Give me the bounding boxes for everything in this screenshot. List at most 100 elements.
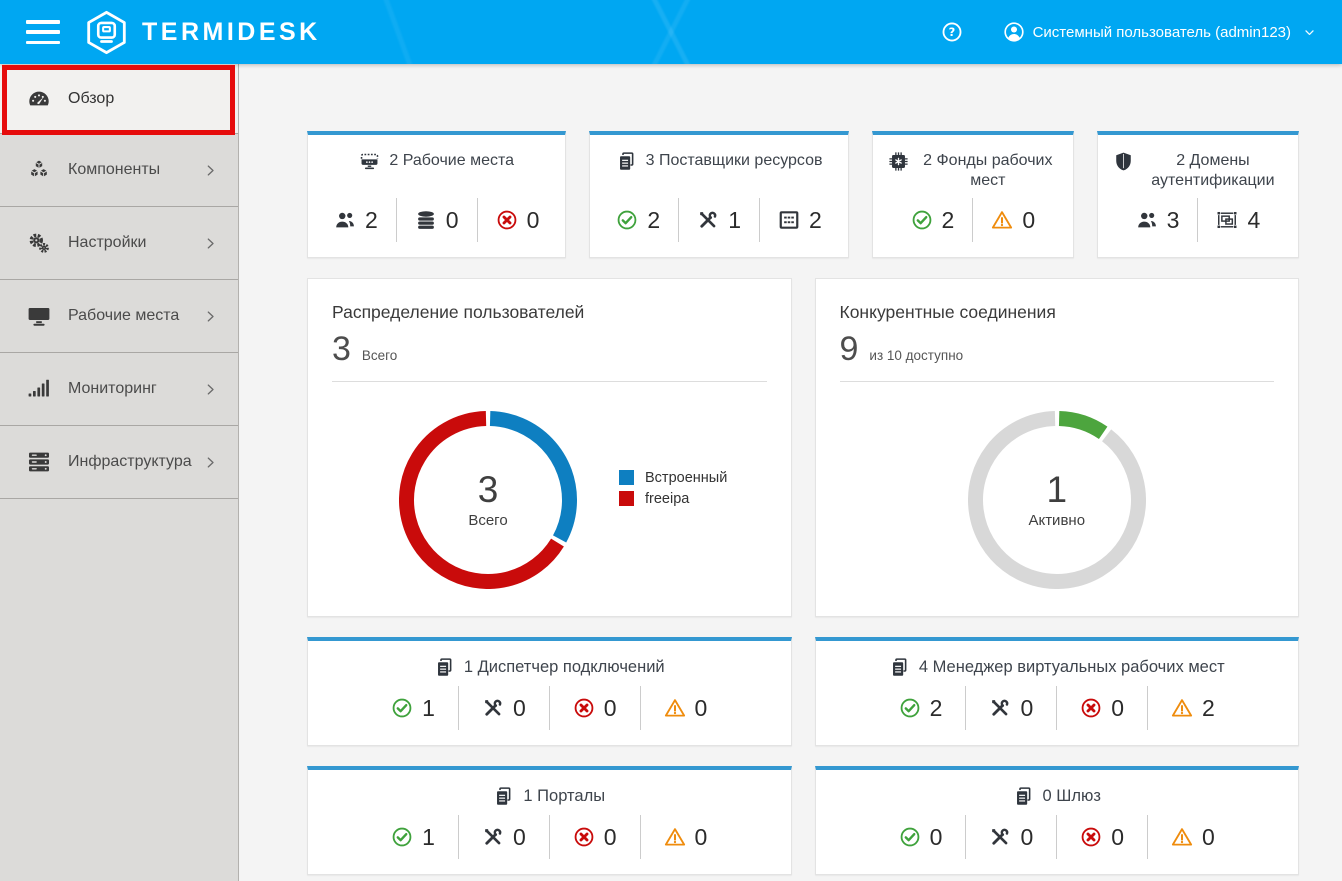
- stat-error: 0: [1057, 695, 1147, 722]
- sidebar-item-monitoring[interactable]: Мониторинг: [0, 353, 238, 426]
- sidebar-item-label: Мониторинг: [68, 380, 203, 398]
- warning-triangle-icon: [1171, 697, 1193, 719]
- stat-error: 0: [550, 824, 640, 851]
- gears-icon: [27, 231, 51, 255]
- signal-bars-icon: [27, 377, 51, 401]
- chart-summary: 3 Всего: [332, 332, 767, 366]
- donut-center-caption: Активно: [1028, 512, 1085, 529]
- donut-center-value: 1: [1046, 471, 1067, 510]
- card-stats: 0 0 0 0: [824, 815, 1291, 859]
- chevron-right-icon: [203, 236, 218, 251]
- tools-icon: [482, 826, 504, 848]
- server-stack-icon: [27, 450, 51, 474]
- stat-ok: 0: [876, 824, 966, 851]
- card-title: 1 Диспетчер подключений: [434, 657, 665, 678]
- card-stats: 1 0 0 0: [316, 686, 783, 730]
- warning-triangle-icon: [991, 209, 1013, 231]
- sidebar: Обзор Компоненты Настройки Рабочие места…: [0, 64, 239, 881]
- legend-label: Встроенный: [645, 470, 727, 486]
- main-content: 2 Рабочие места 2 0 0: [239, 64, 1342, 881]
- card-stats: 2 0: [881, 198, 1065, 242]
- card-stats: 2 0 0: [316, 198, 557, 242]
- sidebar-item-label: Настройки: [68, 234, 203, 252]
- stat-warning: 0: [973, 207, 1053, 234]
- error-circle-icon: [573, 826, 595, 848]
- donut-center-caption: Всего: [468, 512, 507, 529]
- card-title: 2 Рабочие места: [359, 151, 514, 172]
- stat-maintenance: 0: [966, 695, 1056, 722]
- check-circle-icon: [899, 826, 921, 848]
- documents-icon: [434, 657, 455, 678]
- stat-ok: 1: [368, 695, 458, 722]
- stat-ok: 2: [893, 207, 973, 234]
- legend-swatch: [619, 470, 634, 485]
- error-circle-icon: [573, 697, 595, 719]
- warning-triangle-icon: [1171, 826, 1193, 848]
- chart-summary: 9 из 10 доступно: [840, 332, 1275, 366]
- stat-maintenance: 0: [966, 824, 1056, 851]
- check-circle-icon: [911, 209, 933, 231]
- card-title: 2 Домены аутентификации: [1113, 151, 1282, 191]
- sidebar-item-infrastructure[interactable]: Инфраструктура: [0, 426, 238, 499]
- sidebar-item-overview[interactable]: Обзор: [0, 64, 238, 134]
- documents-icon: [889, 657, 910, 678]
- service-cards-row-1: 1 Диспетчер подключений 1 0 0 0: [307, 637, 1299, 746]
- dashboard-icon: [27, 87, 51, 111]
- brand-wordmark: TERMIDESK: [142, 18, 321, 47]
- users-icon: [334, 209, 356, 231]
- card-title: 4 Менеджер виртуальных рабочих мест: [889, 657, 1225, 678]
- help-button[interactable]: [941, 21, 963, 43]
- documents-icon: [493, 786, 514, 807]
- tools-icon: [697, 209, 719, 231]
- stat-users: 2: [316, 207, 396, 234]
- check-circle-icon: [616, 209, 638, 231]
- chevron-right-icon: [203, 163, 218, 178]
- sidebar-item-components[interactable]: Компоненты: [0, 134, 238, 207]
- error-circle-icon: [1080, 697, 1102, 719]
- object-group-icon: [1216, 209, 1238, 231]
- sidebar-item-label: Рабочие места: [68, 307, 203, 325]
- user-menu-label: Системный пользователь (admin123): [1033, 24, 1291, 41]
- stat-error: 0: [478, 207, 558, 234]
- table-icon: [778, 209, 800, 231]
- service-card-connection-dispatcher: 1 Диспетчер подключений 1 0 0 0: [307, 637, 792, 746]
- sidebar-item-settings[interactable]: Настройки: [0, 207, 238, 280]
- chevron-down-icon: [1303, 26, 1316, 39]
- check-circle-icon: [391, 697, 413, 719]
- summary-value: 9: [840, 332, 859, 366]
- warning-triangle-icon: [664, 826, 686, 848]
- chevron-right-icon: [203, 455, 218, 470]
- cubes-icon: [27, 158, 51, 182]
- sidebar-item-label: Компоненты: [68, 161, 203, 179]
- chart-title: Распределение пользователей: [332, 302, 767, 323]
- legend-item: freeipa: [619, 491, 727, 507]
- user-circle-icon: [1003, 21, 1025, 43]
- database-icon: [415, 209, 437, 231]
- user-menu-button[interactable]: Системный пользователь (admin123): [1003, 21, 1316, 43]
- stat-error: 0: [1057, 824, 1147, 851]
- desktop-remote-icon: [359, 151, 380, 172]
- service-card-vdi-manager: 4 Менеджер виртуальных рабочих мест 2 0 …: [815, 637, 1300, 746]
- chevron-right-icon: [203, 382, 218, 397]
- summary-caption: Всего: [362, 348, 397, 363]
- documents-icon: [1013, 786, 1034, 807]
- stat-warning: 2: [1148, 695, 1238, 722]
- stat-ok: 2: [876, 695, 966, 722]
- sidebar-item-workplaces[interactable]: Рабочие места: [0, 280, 238, 353]
- stat-users: 3: [1118, 207, 1198, 234]
- user-distribution-card: Распределение пользователей 3 Всего 3 Вс…: [307, 278, 792, 617]
- check-circle-icon: [391, 826, 413, 848]
- stat-table: 2: [760, 207, 840, 234]
- stat-maintenance: 0: [459, 695, 549, 722]
- stat-maintenance: 0: [459, 824, 549, 851]
- warning-triangle-icon: [664, 697, 686, 719]
- legend-swatch: [619, 491, 634, 506]
- stat-ok: 2: [598, 207, 678, 234]
- tools-icon: [989, 826, 1011, 848]
- stat-ok: 1: [368, 824, 458, 851]
- error-circle-icon: [1080, 826, 1102, 848]
- menu-toggle-button[interactable]: [26, 20, 60, 44]
- summary-card-resource-providers: 3 Поставщики ресурсов 2 1 2: [589, 131, 848, 258]
- stat-warning: 0: [641, 695, 731, 722]
- charts-row: Распределение пользователей 3 Всего 3 Вс…: [307, 278, 1299, 617]
